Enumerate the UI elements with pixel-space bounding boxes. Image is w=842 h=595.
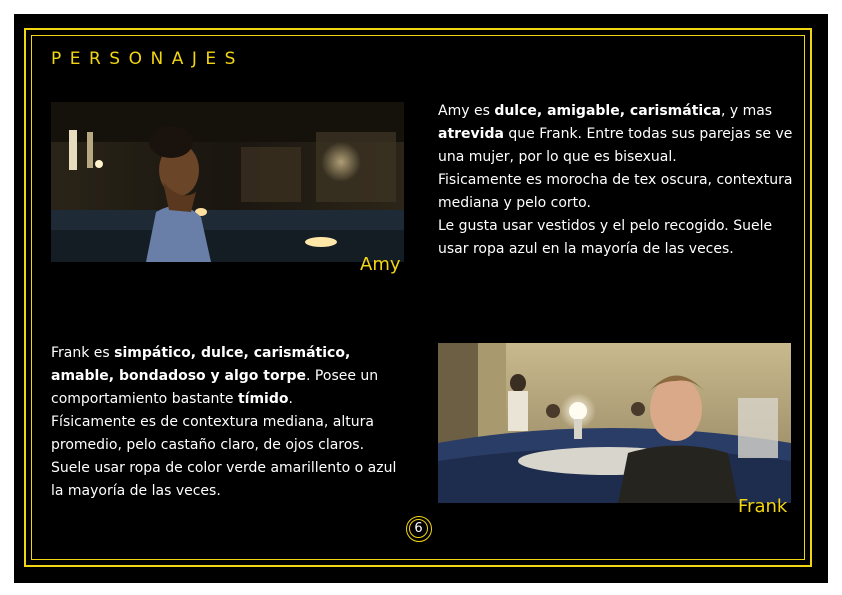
frank-text-1: Frank es <box>51 345 115 361</box>
page-number: 6 <box>409 519 428 538</box>
amy-paragraph-3: Le gusta usar vestidos y el pelo recogid… <box>438 218 773 257</box>
page-title: PERSONAJES <box>51 49 244 69</box>
amy-description: Amy es dulce, amigable, carismática, y m… <box>438 100 793 261</box>
amy-name: Amy <box>360 254 401 275</box>
page-number-badge: 6 <box>406 516 432 542</box>
amy-traits: dulce, amigable, carismática <box>494 103 721 119</box>
frank-trait-bold: tímido <box>237 391 289 407</box>
amy-text-1: Amy es <box>438 103 495 119</box>
amy-photo <box>51 102 404 262</box>
frank-photo <box>438 343 791 503</box>
amy-paragraph-1: Amy es dulce, amigable, carismática, y m… <box>438 100 793 169</box>
frank-paragraph-1: Frank es simpático, dulce, carismático, … <box>51 342 406 411</box>
frank-paragraph-2: Físicamente es de contextura mediana, al… <box>51 414 374 453</box>
amy-text-2: , y mas <box>720 103 773 119</box>
frank-text-3: . <box>288 391 293 407</box>
amy-paragraph-2: Fisicamente es morocha de tex oscura, co… <box>438 172 793 211</box>
frank-paragraph-3: Suele usar ropa de color verde amarillen… <box>51 460 397 499</box>
frank-name: Frank <box>738 496 788 517</box>
amy-trait-bold: atrevida <box>438 126 504 142</box>
frank-description: Frank es simpático, dulce, carismático, … <box>51 342 406 503</box>
